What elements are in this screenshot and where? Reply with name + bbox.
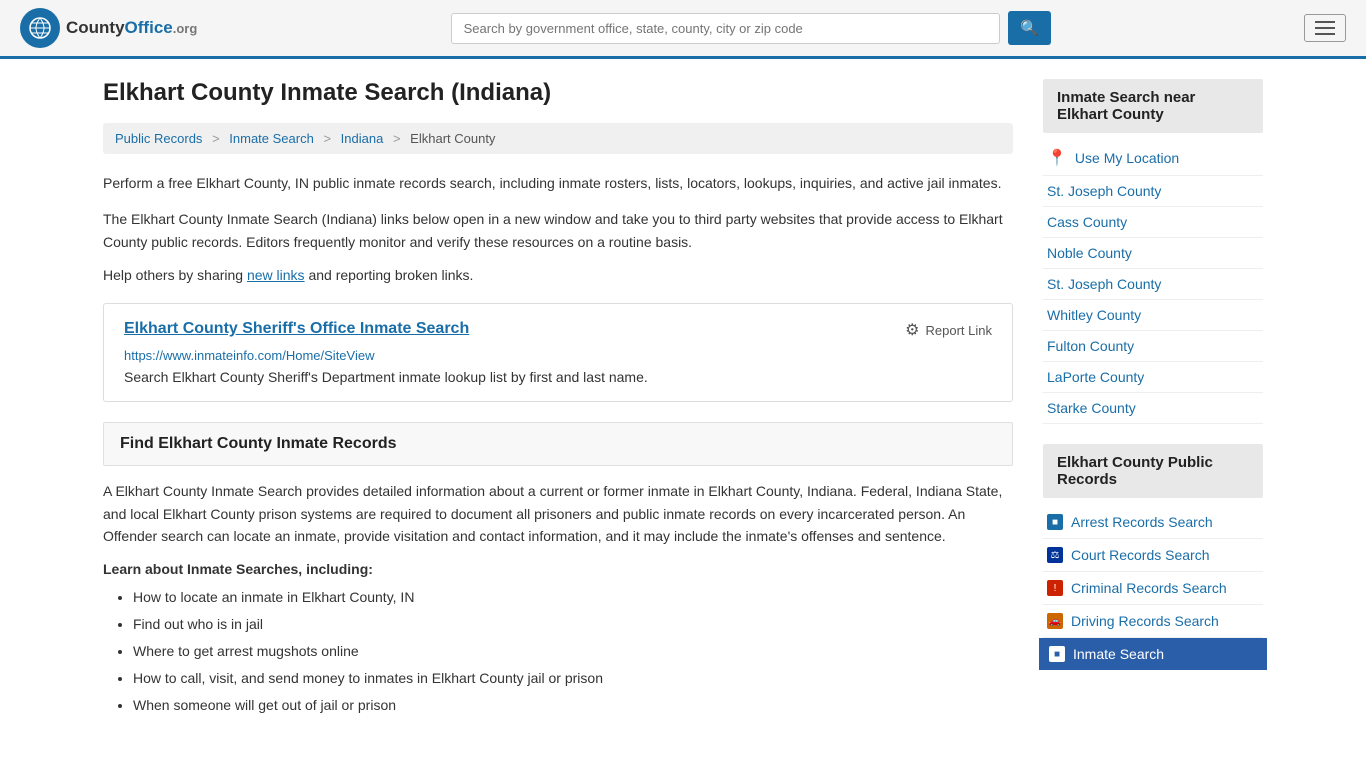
nearby-link-2[interactable]: Noble County xyxy=(1047,245,1132,261)
arrest-records-link[interactable]: Arrest Records Search xyxy=(1071,514,1213,530)
breadcrumb-inmate-search[interactable]: Inmate Search xyxy=(229,131,314,146)
report-link[interactable]: ⚙ Report Link xyxy=(905,320,992,340)
pub-record-item-3[interactable]: 🚗 Driving Records Search xyxy=(1043,605,1263,638)
nearby-link-item-6: LaPorte County xyxy=(1043,362,1263,393)
nearby-link-5[interactable]: Fulton County xyxy=(1047,338,1134,354)
breadcrumb: Public Records > Inmate Search > Indiana… xyxy=(103,123,1013,154)
breadcrumb-indiana[interactable]: Indiana xyxy=(341,131,384,146)
nearby-link-1[interactable]: Cass County xyxy=(1047,214,1127,230)
logo-icon xyxy=(20,8,60,48)
find-section-title: Find Elkhart County Inmate Records xyxy=(120,435,396,452)
nearby-link-item-2: Noble County xyxy=(1043,238,1263,269)
public-records-section: Elkhart County Public Records ■ Arrest R… xyxy=(1043,444,1263,670)
learn-heading: Learn about Inmate Searches, including: xyxy=(103,561,1013,577)
report-icon: ⚙ xyxy=(905,320,919,340)
inmate-search-icon: ■ xyxy=(1049,646,1065,662)
nearby-header: Inmate Search near Elkhart County xyxy=(1043,79,1263,133)
list-item: Find out who is in jail xyxy=(133,614,1013,635)
result-url[interactable]: https://www.inmateinfo.com/Home/SiteView xyxy=(124,348,992,363)
result-card: Elkhart County Sheriff's Office Inmate S… xyxy=(103,303,1013,402)
search-button[interactable]: 🔍 xyxy=(1008,11,1051,45)
nearby-link-7[interactable]: Starke County xyxy=(1047,400,1136,416)
criminal-records-link[interactable]: Criminal Records Search xyxy=(1071,580,1227,596)
intro-text-2: The Elkhart County Inmate Search (Indian… xyxy=(103,208,1013,253)
pub-record-item-2[interactable]: ! Criminal Records Search xyxy=(1043,572,1263,605)
court-records-link[interactable]: Court Records Search xyxy=(1071,547,1210,563)
use-my-location-link[interactable]: Use My Location xyxy=(1075,150,1179,166)
search-area: 🔍 xyxy=(451,11,1051,45)
nearby-link-6[interactable]: LaPorte County xyxy=(1047,369,1144,385)
nearby-link-item-7: Starke County xyxy=(1043,393,1263,424)
location-icon: 📍 xyxy=(1047,148,1067,168)
intro-text-1: Perform a free Elkhart County, IN public… xyxy=(103,172,1013,194)
court-records-icon: ⚖ xyxy=(1047,547,1063,563)
result-title[interactable]: Elkhart County Sheriff's Office Inmate S… xyxy=(124,320,469,338)
public-records-header: Elkhart County Public Records xyxy=(1043,444,1263,498)
nearby-link-0[interactable]: St. Joseph County xyxy=(1047,183,1161,199)
find-section-body: A Elkhart County Inmate Search provides … xyxy=(103,480,1013,547)
help-text-after: and reporting broken links. xyxy=(305,267,474,283)
nearby-link-4[interactable]: Whitley County xyxy=(1047,307,1141,323)
result-description: Search Elkhart County Sheriff's Departme… xyxy=(124,369,992,385)
nearby-link-item-1: Cass County xyxy=(1043,207,1263,238)
main-container: Elkhart County Inmate Search (Indiana) P… xyxy=(83,59,1283,742)
breadcrumb-current: Elkhart County xyxy=(410,131,495,146)
sidebar: Inmate Search near Elkhart County 📍 Use … xyxy=(1043,79,1263,722)
pub-record-item-0[interactable]: ■ Arrest Records Search xyxy=(1043,506,1263,539)
arrest-records-icon: ■ xyxy=(1047,514,1063,530)
report-link-label: Report Link xyxy=(926,323,992,338)
nearby-section: Inmate Search near Elkhart County 📍 Use … xyxy=(1043,79,1263,424)
bullet-list: How to locate an inmate in Elkhart Count… xyxy=(103,587,1013,716)
list-item: How to call, visit, and send money to in… xyxy=(133,668,1013,689)
logo-text: CountyOffice.org xyxy=(66,18,197,38)
logo[interactable]: CountyOffice.org xyxy=(20,8,197,48)
menu-icon xyxy=(1315,21,1335,35)
breadcrumb-sep-3: > xyxy=(393,131,401,146)
content-area: Elkhart County Inmate Search (Indiana) P… xyxy=(103,79,1013,722)
search-icon: 🔍 xyxy=(1020,20,1039,37)
list-item: When someone will get out of jail or pri… xyxy=(133,695,1013,716)
pub-record-item-4[interactable]: ■ Inmate Search xyxy=(1039,638,1267,670)
breadcrumb-sep-2: > xyxy=(323,131,331,146)
nearby-link-item-0: St. Joseph County xyxy=(1043,176,1263,207)
nearby-link-3[interactable]: St. Joseph County xyxy=(1047,276,1161,292)
criminal-records-icon: ! xyxy=(1047,580,1063,596)
help-text-before: Help others by sharing xyxy=(103,267,247,283)
driving-records-icon: 🚗 xyxy=(1047,613,1063,629)
nearby-link-item-4: Whitley County xyxy=(1043,300,1263,331)
use-my-location-item[interactable]: 📍 Use My Location xyxy=(1043,141,1263,176)
nearby-link-item-5: Fulton County xyxy=(1043,331,1263,362)
list-item: How to locate an inmate in Elkhart Count… xyxy=(133,587,1013,608)
breadcrumb-public-records[interactable]: Public Records xyxy=(115,131,202,146)
nearby-link-item-3: St. Joseph County xyxy=(1043,269,1263,300)
breadcrumb-sep-1: > xyxy=(212,131,220,146)
new-links-link[interactable]: new links xyxy=(247,267,305,283)
find-section-box: Find Elkhart County Inmate Records xyxy=(103,422,1013,466)
list-item: Where to get arrest mugshots online xyxy=(133,641,1013,662)
driving-records-link[interactable]: Driving Records Search xyxy=(1071,613,1219,629)
search-input[interactable] xyxy=(451,13,1000,44)
page-title: Elkhart County Inmate Search (Indiana) xyxy=(103,79,1013,107)
result-card-header: Elkhart County Sheriff's Office Inmate S… xyxy=(124,320,992,340)
help-text: Help others by sharing new links and rep… xyxy=(103,267,1013,283)
site-header: CountyOffice.org 🔍 xyxy=(0,0,1366,59)
inmate-search-link[interactable]: Inmate Search xyxy=(1073,646,1164,662)
pub-record-item-1[interactable]: ⚖ Court Records Search xyxy=(1043,539,1263,572)
hamburger-menu-button[interactable] xyxy=(1304,14,1346,42)
